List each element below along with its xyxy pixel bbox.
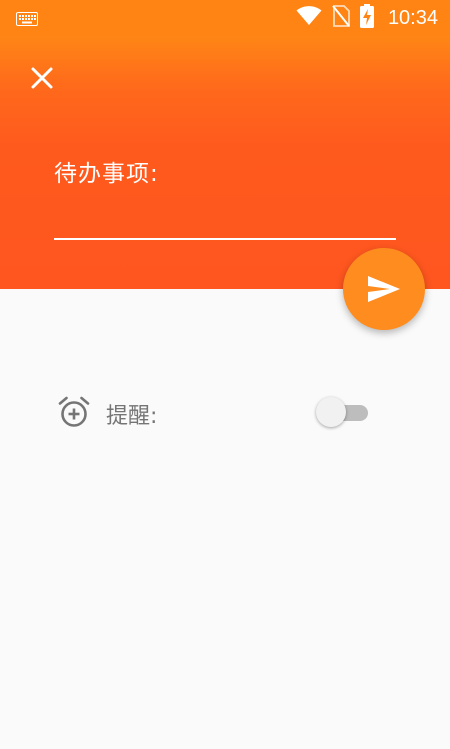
keyboard-icon (16, 11, 38, 30)
status-bar: 10:34 (0, 0, 450, 36)
no-sim-icon (332, 5, 350, 31)
wifi-icon (296, 6, 322, 30)
reminder-row: 提醒: (0, 388, 450, 436)
close-button[interactable] (28, 64, 56, 92)
send-button[interactable] (343, 248, 425, 330)
toggle-thumb (316, 397, 346, 427)
reminder-toggle[interactable] (316, 396, 370, 428)
send-icon (368, 276, 400, 302)
todo-label: 待办事项: (54, 161, 159, 187)
reminder-label: 提醒: (106, 404, 158, 429)
close-icon (31, 67, 53, 89)
clock-time: 10:34 (387, 6, 438, 29)
alarm-add-icon (58, 396, 90, 428)
todo-input[interactable] (54, 196, 396, 240)
battery-charging-icon (359, 4, 374, 32)
